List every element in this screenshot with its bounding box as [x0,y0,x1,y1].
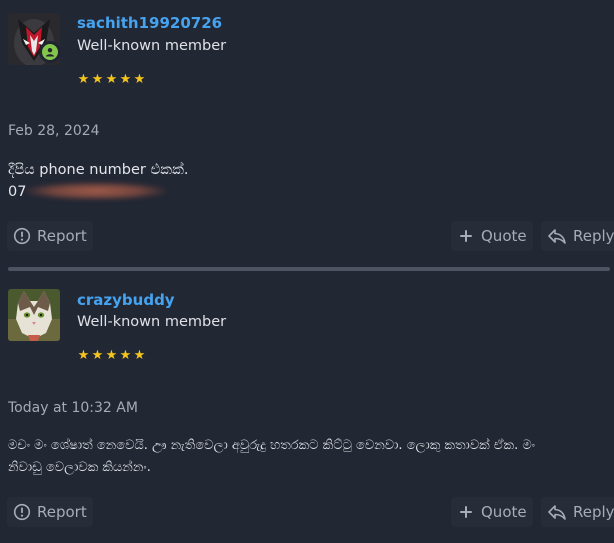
star-icon: ★ [105,72,118,87]
redacted-blur [26,182,167,200]
user-title: Well-known member [77,38,227,54]
phone-prefix: 07 [8,184,27,200]
report-button[interactable]: Report [7,497,93,527]
post-body-line: මචං මං ශේෂාත් නෙවෙයි. ඌ නැතිවෙලා අවුරුදු… [8,438,536,453]
username[interactable]: crazybuddy [77,291,175,309]
quote-button[interactable]: Quote [451,221,533,251]
star-icon: ★ [119,72,132,87]
report-label: Report [37,227,87,245]
report-button[interactable]: Report [7,221,93,251]
star-icon: ★ [119,348,132,363]
rating-stars: ★ ★ ★ ★ ★ [77,349,146,362]
star-icon: ★ [133,348,146,363]
quote-label: Quote [481,503,527,521]
reply-button[interactable]: Reply [541,221,614,251]
exclamation-circle-icon [13,227,31,245]
star-icon: ★ [91,72,104,87]
star-icon: ★ [133,72,146,87]
star-icon: ★ [77,348,90,363]
post-body-line: නිවාඩු වෙලාවක කියන්නං. [8,460,151,475]
post-body: දීපිය phone number එකක්. 07 [8,159,606,203]
avatar-image [8,289,60,341]
post-2: crazybuddy Well-known member ★ ★ ★ ★ ★ T… [0,271,614,543]
reply-arrow-icon [548,505,566,520]
post-1: sachith19920726 Well-known member ★ ★ ★ … [0,0,614,267]
reply-button[interactable]: Reply [541,497,614,527]
post-date[interactable]: Today at 10:32 AM [8,400,138,416]
rating-stars: ★ ★ ★ ★ ★ [77,73,146,86]
post-body-line: 07 [8,181,606,203]
reply-label: Reply [573,227,614,245]
reply-arrow-icon [548,229,566,244]
quote-button[interactable]: Quote [451,497,533,527]
star-icon: ★ [105,348,118,363]
avatar[interactable] [8,289,60,341]
post-date[interactable]: Feb 28, 2024 [8,123,100,139]
plus-icon [460,506,472,518]
plus-icon [460,230,472,242]
user-title: Well-known member [77,314,227,330]
reply-label: Reply [573,503,614,521]
username[interactable]: sachith19920726 [77,14,222,32]
quote-label: Quote [481,227,527,245]
online-status-icon [39,41,61,63]
user-online-icon [46,48,54,57]
report-label: Report [37,503,87,521]
post-body: මචං මං ශේෂාත් නෙවෙයි. ඌ නැතිවෙලා අවුරුදු… [8,435,606,479]
star-icon: ★ [77,72,90,87]
star-icon: ★ [91,348,104,363]
exclamation-circle-icon [13,503,31,521]
post-body-line: දීපිය phone number එකක්. [8,162,189,178]
